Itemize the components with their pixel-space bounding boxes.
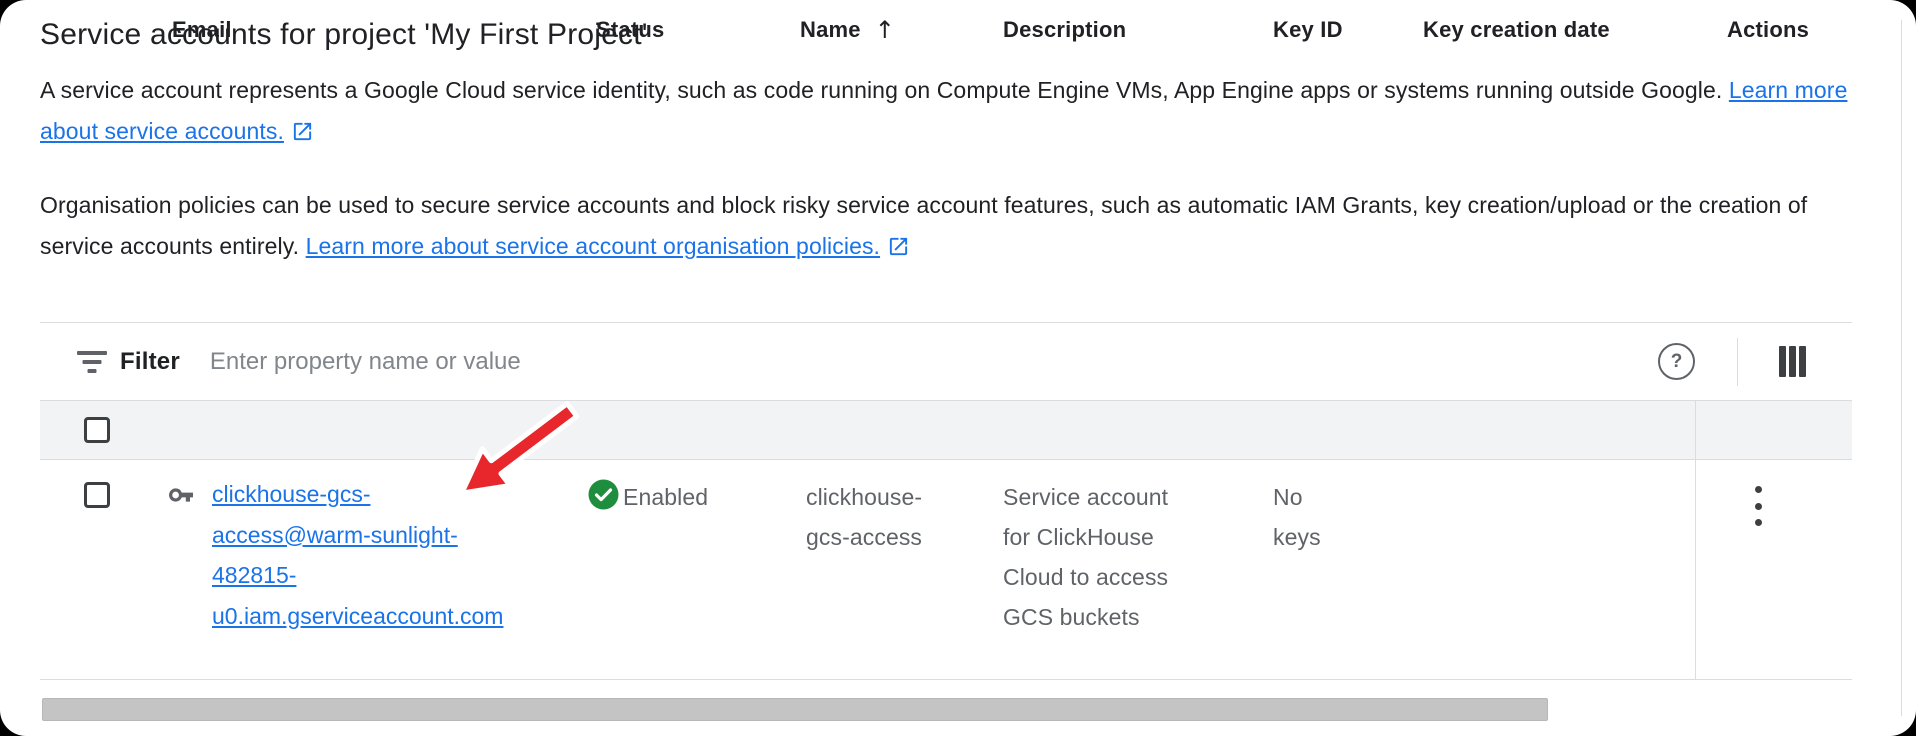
filter-icon bbox=[77, 351, 107, 373]
service-account-email-link[interactable]: clickhouse-gcs- access@warm-sunlight- 48… bbox=[212, 474, 503, 636]
status-text: Enabled bbox=[623, 477, 708, 517]
help-icon: ? bbox=[1671, 351, 1683, 373]
email-line: clickhouse-gcs- bbox=[212, 474, 503, 515]
select-all-checkbox[interactable] bbox=[84, 417, 110, 443]
intro-text: A service account represents a Google Cl… bbox=[40, 77, 1729, 103]
filter-label: Filter bbox=[120, 348, 180, 376]
help-button[interactable]: ? bbox=[1658, 343, 1695, 380]
email-line: 482815- bbox=[212, 555, 503, 596]
column-header-email[interactable]: Email bbox=[172, 0, 232, 60]
column-display-icon bbox=[1779, 346, 1786, 377]
service-account-key-icon bbox=[166, 483, 196, 507]
table-header-row bbox=[40, 400, 1852, 460]
page-title: Service accounts for project 'My First P… bbox=[40, 15, 648, 55]
key-id-cell: No keys bbox=[1273, 477, 1321, 557]
column-header-actions: Actions bbox=[1727, 0, 1809, 60]
horizontal-scrollbar-thumb[interactable] bbox=[42, 698, 1548, 721]
column-header-name-label: Name bbox=[800, 17, 861, 43]
policy-paragraph: Organisation policies can be used to sec… bbox=[40, 185, 1882, 267]
row-checkbox[interactable] bbox=[84, 482, 110, 508]
email-line: access@warm-sunlight- bbox=[212, 515, 503, 556]
email-line: u0.iam.gserviceaccount.com bbox=[212, 596, 503, 637]
column-header-key-id[interactable]: Key ID bbox=[1273, 0, 1343, 60]
intro-paragraph: A service account represents a Google Cl… bbox=[40, 70, 1882, 152]
check-circle-icon bbox=[588, 479, 619, 510]
service-accounts-panel: Service accounts for project 'My First P… bbox=[0, 0, 1916, 736]
external-link-icon bbox=[887, 235, 910, 258]
sort-ascending-icon: ↑ bbox=[875, 16, 895, 44]
actions-column-divider bbox=[1695, 400, 1696, 679]
filter-input[interactable] bbox=[208, 347, 1658, 377]
column-header-description[interactable]: Description bbox=[1003, 0, 1126, 60]
table-bottom-border bbox=[40, 679, 1852, 680]
toolbar-divider bbox=[1737, 338, 1738, 386]
column-header-status[interactable]: Status bbox=[596, 0, 664, 60]
link-label: Learn more about service account organis… bbox=[306, 233, 880, 259]
column-header-key-creation-date[interactable]: Key creation date bbox=[1423, 0, 1610, 60]
external-link-icon bbox=[291, 120, 314, 143]
row-actions-menu-button[interactable] bbox=[1738, 484, 1778, 528]
column-header-name[interactable]: Name ↑ bbox=[800, 0, 895, 60]
column-display-button[interactable] bbox=[1779, 346, 1806, 377]
learn-more-organisation-policies-link[interactable]: Learn more about service account organis… bbox=[306, 233, 910, 259]
name-cell: clickhouse- gcs-access bbox=[806, 477, 922, 557]
vertical-scrollbar-track[interactable] bbox=[1901, 20, 1902, 716]
filter-bar: Filter ? bbox=[40, 323, 1852, 400]
description-cell: Service account for ClickHouse Cloud to … bbox=[1003, 477, 1168, 637]
